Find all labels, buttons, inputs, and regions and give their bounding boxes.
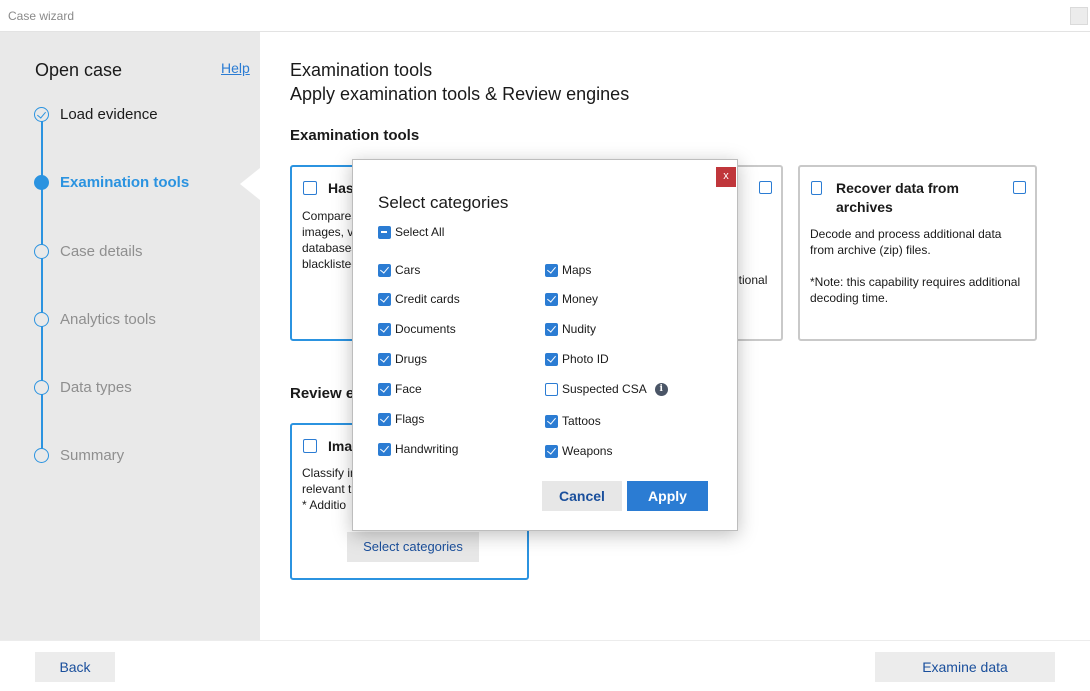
card-description: Compares images, vi databases blackliste… bbox=[302, 209, 359, 271]
category-checkbox-flags[interactable]: Flags bbox=[378, 410, 424, 428]
image-icon bbox=[303, 439, 317, 453]
checkbox-checked-icon bbox=[378, 322, 391, 336]
step-done-check-icon bbox=[34, 106, 49, 122]
checkbox-checked-icon bbox=[545, 352, 558, 366]
select-categories-button[interactable]: Select categories bbox=[347, 532, 479, 562]
apply-button[interactable]: Apply bbox=[627, 481, 708, 511]
category-checkbox-face[interactable]: Face bbox=[378, 380, 422, 398]
dialog-close-button[interactable]: x bbox=[716, 167, 736, 187]
title-bar: Case wizard bbox=[0, 0, 1090, 32]
step-pending-dot-icon bbox=[34, 447, 49, 463]
wizard-sidebar: Open case Help Load evidence Examination… bbox=[0, 32, 260, 640]
help-link[interactable]: Help bbox=[221, 60, 250, 76]
examine-data-button[interactable]: Examine data bbox=[875, 652, 1055, 682]
recover-data-card[interactable]: Recover data from archives Decode and pr… bbox=[798, 165, 1037, 341]
window-title: Case wizard bbox=[8, 9, 75, 23]
step-load-evidence[interactable]: Load evidence bbox=[34, 103, 158, 125]
step-label: Analytics tools bbox=[60, 310, 156, 328]
case-wizard-window: Case wizard Open case Help Load evidence… bbox=[0, 0, 1090, 691]
checkbox-checked-icon bbox=[545, 292, 558, 306]
category-checkbox-tattoos[interactable]: Tattoos bbox=[545, 412, 601, 430]
card-title: Ima bbox=[328, 438, 353, 454]
wizard-footer: Back Examine data bbox=[0, 640, 1090, 691]
category-checkbox-suspected-csa[interactable]: Suspected CSA i bbox=[545, 380, 668, 398]
category-checkbox-cars[interactable]: Cars bbox=[378, 261, 420, 279]
card-description: Decode and process additional data from … bbox=[810, 227, 1021, 305]
category-checkbox-weapons[interactable]: Weapons bbox=[545, 442, 612, 460]
card-checkbox[interactable] bbox=[759, 181, 772, 194]
card-description: itional bbox=[736, 273, 768, 287]
active-step-pointer bbox=[240, 168, 260, 200]
sidebar-heading: Open case bbox=[35, 60, 123, 80]
category-checkbox-money[interactable]: Money bbox=[545, 290, 598, 308]
category-checkbox-nudity[interactable]: Nudity bbox=[545, 320, 596, 338]
card-title: Has bbox=[328, 180, 354, 196]
window-close-button[interactable] bbox=[1070, 7, 1088, 25]
step-label: Case details bbox=[60, 242, 143, 260]
step-analytics-tools[interactable]: Analytics tools bbox=[34, 308, 156, 330]
checkbox-checked-icon bbox=[378, 382, 391, 396]
checkbox-checked-icon bbox=[378, 442, 391, 456]
info-icon[interactable]: i bbox=[654, 382, 668, 396]
category-checkbox-credit-cards[interactable]: Credit cards bbox=[378, 290, 460, 308]
category-checkbox-documents[interactable]: Documents bbox=[378, 320, 456, 338]
steps-connector-line bbox=[41, 116, 43, 456]
page-title: Examination tools bbox=[290, 60, 433, 80]
category-checkbox-handwriting[interactable]: Handwriting bbox=[378, 440, 458, 458]
step-label: Examination tools bbox=[60, 173, 190, 191]
step-case-details[interactable]: Case details bbox=[34, 240, 143, 262]
checkbox-checked-icon bbox=[545, 414, 558, 428]
examination-tools-section-title: Examination tools bbox=[290, 127, 420, 144]
checkbox-checked-icon bbox=[545, 322, 558, 336]
step-data-types[interactable]: Data types bbox=[34, 376, 132, 398]
checkbox-partial-icon bbox=[378, 225, 391, 239]
step-examination-tools[interactable]: Examination tools bbox=[34, 171, 189, 193]
review-engines-section-title: Review e bbox=[290, 385, 355, 402]
step-pending-dot-icon bbox=[34, 379, 49, 395]
category-checkbox-maps[interactable]: Maps bbox=[545, 261, 591, 279]
back-button[interactable]: Back bbox=[35, 652, 115, 682]
checkbox-checked-icon bbox=[545, 263, 558, 277]
step-active-dot-icon bbox=[34, 174, 49, 190]
checkbox-checked-icon bbox=[378, 352, 391, 366]
select-categories-dialog: x Select categories Select All Cars Cred… bbox=[352, 159, 738, 531]
category-checkbox-photo-id[interactable]: Photo ID bbox=[545, 350, 609, 368]
page-subtitle: Apply examination tools & Review engines bbox=[290, 84, 630, 104]
card-description: Classify in relevant t * Additio bbox=[302, 466, 357, 512]
step-label: Summary bbox=[60, 446, 125, 464]
card-title: Recover data from archives bbox=[836, 180, 959, 215]
step-label: Data types bbox=[60, 378, 132, 396]
category-checkbox-drugs[interactable]: Drugs bbox=[378, 350, 427, 368]
cancel-button[interactable]: Cancel bbox=[542, 481, 622, 511]
step-label: Load evidence bbox=[60, 105, 158, 123]
card-checkbox[interactable] bbox=[1013, 181, 1026, 194]
dialog-title: Select categories bbox=[378, 193, 509, 212]
select-all-checkbox[interactable]: Select All bbox=[378, 223, 444, 241]
step-pending-dot-icon bbox=[34, 243, 49, 259]
hash-icon bbox=[303, 181, 317, 195]
step-summary[interactable]: Summary bbox=[34, 444, 124, 466]
checkbox-checked-icon bbox=[545, 444, 558, 458]
step-pending-dot-icon bbox=[34, 311, 49, 327]
checkbox-checked-icon bbox=[378, 292, 391, 306]
zip-file-icon bbox=[811, 181, 822, 195]
checkbox-checked-icon bbox=[378, 263, 391, 277]
checkbox-checked-icon bbox=[378, 412, 391, 426]
checkbox-unchecked-icon bbox=[545, 382, 558, 396]
